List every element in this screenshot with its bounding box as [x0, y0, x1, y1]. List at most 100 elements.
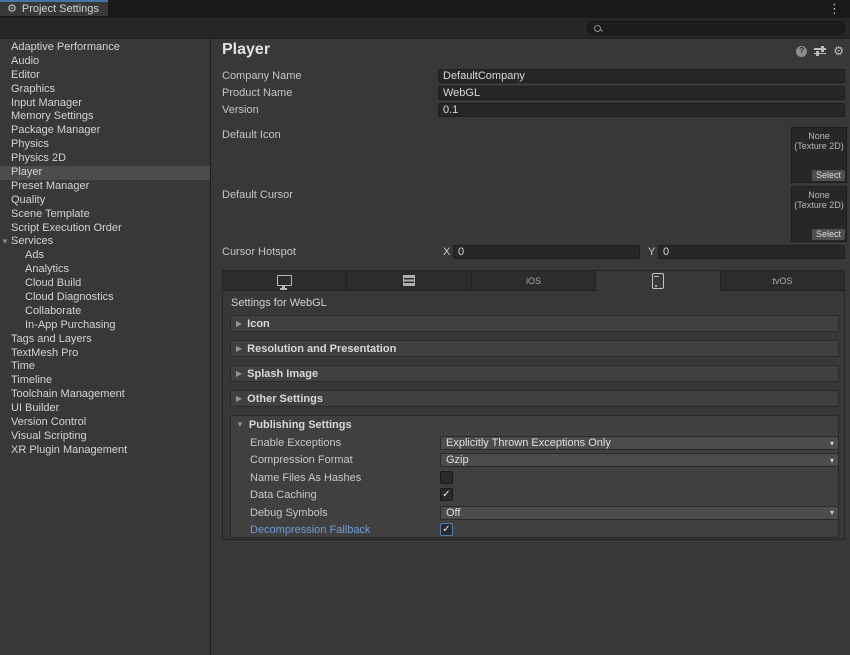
sidebar-item-ui-builder[interactable]: UI Builder	[0, 402, 210, 416]
sidebar-item-label: Ads	[25, 249, 44, 261]
sidebar-item-label: Scene Template	[11, 208, 90, 220]
sidebar-item-version-control[interactable]: Version Control	[0, 416, 210, 430]
sidebar-item-visual-scripting[interactable]: Visual Scripting	[0, 430, 210, 444]
sidebar-item-player[interactable]: Player	[0, 166, 210, 180]
default-icon-select-button[interactable]: Select	[812, 170, 845, 181]
chevron-down-icon: ▾	[830, 456, 834, 465]
platform-tab-standalone[interactable]	[223, 271, 347, 291]
sidebar-item-textmesh-pro[interactable]: TextMesh Pro	[0, 347, 210, 361]
sidebar-list: Adaptive PerformanceAudioEditorGraphics I…	[0, 39, 210, 458]
default-icon-none-label: None (Texture 2D)	[792, 128, 846, 151]
search-icon	[594, 25, 601, 32]
hotspot-x-input[interactable]	[453, 245, 640, 259]
default-cursor-select-button[interactable]: Select	[812, 229, 845, 240]
sidebar-item-physics-2d[interactable]: Physics 2D	[0, 152, 210, 166]
compression-format-dropdown[interactable]: Gzip▾	[440, 453, 839, 467]
sidebar-item-analytics[interactable]: Analytics	[0, 263, 210, 277]
checkmark-icon: ✓	[442, 525, 450, 535]
expander-icon[interactable]: ▼	[1, 235, 9, 249]
platform-tab-dedicated-server[interactable]	[347, 271, 471, 291]
debug-symbols-dropdown[interactable]: Off ▾	[440, 506, 839, 520]
hotspot-y-input[interactable]	[658, 245, 845, 259]
platform-tab-webgl[interactable]	[596, 271, 720, 291]
sidebar-item-scene-template[interactable]: Scene Template	[0, 208, 210, 222]
platform-tab-label: tvOS	[772, 276, 792, 286]
sidebar-item-label: TextMesh Pro	[11, 347, 78, 359]
hotspot-x-label: X	[443, 246, 450, 258]
data-caching-checkbox[interactable]: ✓	[440, 488, 453, 501]
enable-exceptions-dropdown[interactable]: Explicitly Thrown Exceptions Only▾	[440, 436, 839, 450]
sidebar-item-xr-plugin-management[interactable]: XR Plugin Management	[0, 444, 210, 458]
sidebar-item-label: Package Manager	[11, 124, 100, 136]
version-input[interactable]	[438, 103, 845, 117]
decompression-fallback-label: Decompression Fallback	[250, 524, 370, 536]
sidebar-item-collaborate[interactable]: Collaborate	[0, 305, 210, 319]
name-files-as-hashes-label: Name Files As Hashes	[250, 472, 361, 484]
default-cursor-picker[interactable]: None (Texture 2D) Select	[791, 186, 847, 242]
sidebar-item-label: Toolchain Management	[11, 388, 125, 400]
sidebar-item-memory-settings[interactable]: Memory Settings	[0, 110, 210, 124]
sidebar-item-preset-manager[interactable]: Preset Manager	[0, 180, 210, 194]
decompression-fallback-checkbox[interactable]: ✓	[440, 523, 453, 536]
company-name-input[interactable]	[438, 69, 845, 83]
window-tab-label: Project Settings	[22, 3, 99, 15]
sidebar: Adaptive PerformanceAudioEditorGraphics I…	[0, 39, 211, 655]
sidebar-item-in-app-purchasing[interactable]: In-App Purchasing	[0, 319, 210, 333]
foldout-closed-icon: ▶	[236, 370, 242, 378]
monitor-icon	[277, 275, 292, 286]
help-icon[interactable]: ?	[796, 46, 807, 57]
search-input[interactable]	[605, 22, 838, 34]
section-icon[interactable]: ▶Icon	[230, 315, 839, 332]
sidebar-item-time[interactable]: Time	[0, 360, 210, 374]
tab-project-settings[interactable]: ⚙ Project Settings	[0, 0, 108, 16]
foldout-closed-icon: ▶	[236, 345, 242, 353]
server-icon	[403, 275, 415, 286]
sidebar-item-label: Collaborate	[25, 305, 81, 317]
sidebar-item-cloud-build[interactable]: Cloud Build	[0, 277, 210, 291]
sidebar-item-cloud-diagnostics[interactable]: Cloud Diagnostics	[0, 291, 210, 305]
product-name-input[interactable]	[438, 86, 845, 100]
section-splash-image[interactable]: ▶Splash Image	[230, 365, 839, 382]
default-cursor-none-label: None (Texture 2D)	[792, 187, 846, 210]
window-menu-icon[interactable]: ⋮	[828, 1, 841, 17]
sidebar-item-services[interactable]: ▼Services	[0, 235, 210, 249]
sidebar-item-label: Physics	[11, 138, 49, 150]
player-settings-panel: Player ? ⚙ Company Name Product Name Ver…	[212, 39, 850, 655]
settings-gear-icon[interactable]: ⚙	[833, 45, 844, 57]
platform-tab-tvos[interactable]: tvOS	[721, 271, 844, 291]
platform-tab-ios[interactable]: iOS	[472, 271, 596, 291]
sidebar-item-graphics[interactable]: Graphics	[0, 83, 210, 97]
section-other-settings[interactable]: ▶Other Settings	[230, 390, 839, 407]
sidebar-item-label: Physics 2D	[11, 152, 66, 164]
presets-icon[interactable]	[814, 46, 826, 56]
default-icon-picker[interactable]: None (Texture 2D) Select	[791, 127, 847, 183]
section-title: Other Settings	[247, 393, 323, 405]
dropdown-value: Off	[446, 507, 460, 519]
publishing-settings-header[interactable]: ▼ Publishing Settings	[231, 416, 838, 433]
sidebar-item-adaptive-performance[interactable]: Adaptive Performance	[0, 41, 210, 55]
sidebar-item-editor[interactable]: Editor	[0, 69, 210, 83]
sidebar-item-quality[interactable]: Quality	[0, 194, 210, 208]
sidebar-item-tags-and-layers[interactable]: Tags and Layers	[0, 333, 210, 347]
checkmark-icon: ✓	[442, 490, 450, 500]
name-files-as-hashes-checkbox[interactable]	[440, 471, 453, 484]
sidebar-item-script-execution-order[interactable]: Script Execution Order	[0, 222, 210, 236]
company-name-label: Company Name	[222, 70, 301, 82]
sidebar-item-label: Graphics	[11, 83, 55, 95]
sidebar-item-ads[interactable]: Ads	[0, 249, 210, 263]
window-tab-bar: ⚙ Project Settings ⋮	[0, 0, 850, 18]
sidebar-item-label: Version Control	[11, 416, 86, 428]
chevron-down-icon: ▾	[830, 508, 834, 517]
sidebar-item-input-manager[interactable]: Input Manager	[0, 97, 210, 111]
sidebar-item-package-manager[interactable]: Package Manager	[0, 124, 210, 138]
section-resolution-and-presentation[interactable]: ▶Resolution and Presentation	[230, 340, 839, 357]
sidebar-item-timeline[interactable]: Timeline	[0, 374, 210, 388]
platform-tab-bar: iOS tvOS	[223, 271, 844, 291]
settings-for-platform-label: Settings for WebGL	[231, 297, 327, 309]
search-box[interactable]	[587, 21, 845, 35]
sidebar-item-toolchain-management[interactable]: Toolchain Management	[0, 388, 210, 402]
sidebar-item-audio[interactable]: Audio	[0, 55, 210, 69]
sidebar-item-label: Visual Scripting	[11, 430, 87, 442]
sidebar-item-label: Cloud Diagnostics	[25, 291, 114, 303]
sidebar-item-physics[interactable]: Physics	[0, 138, 210, 152]
